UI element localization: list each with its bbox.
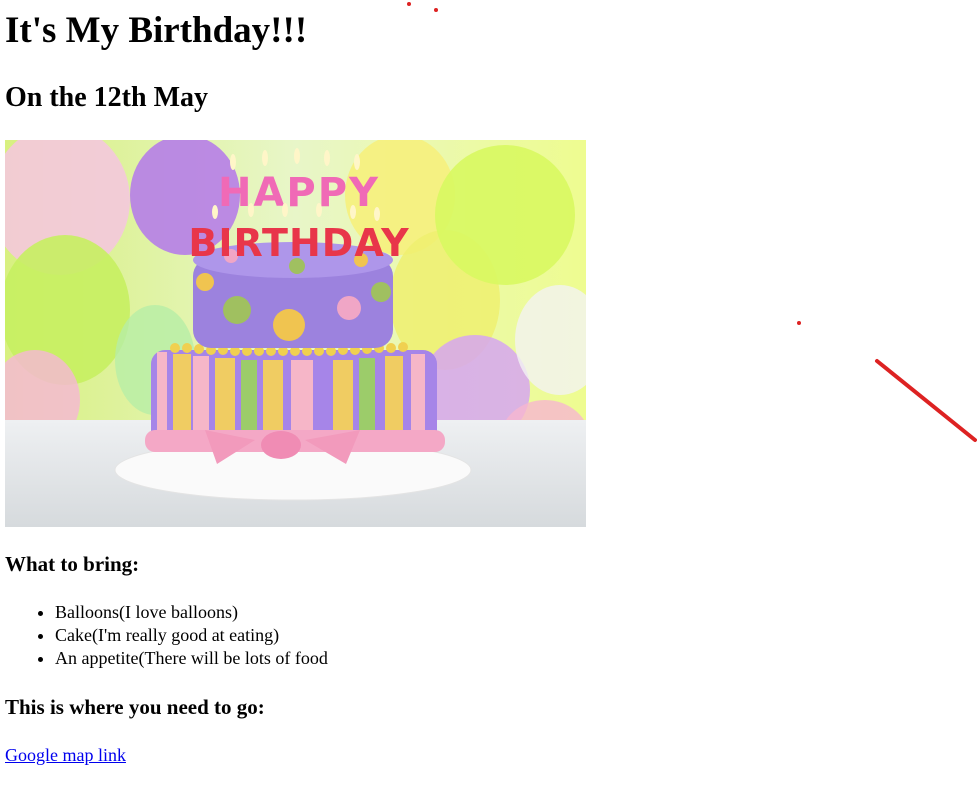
bring-list: Balloons(I love balloons) Cake(I'm reall…	[5, 601, 328, 670]
what-to-bring-heading: What to bring:	[5, 552, 140, 576]
google-map-link[interactable]: Google map link	[5, 744, 126, 767]
page-subtitle: On the 12th May	[5, 82, 208, 113]
list-item: An appetite(There will be lots of food	[55, 647, 328, 670]
annotation-dot	[797, 321, 801, 325]
annotation-line	[875, 359, 977, 442]
annotation-dot	[407, 2, 411, 6]
birthday-cake-image: HAPPY BIRTHDAY	[5, 140, 586, 527]
list-item: Balloons(I love balloons)	[55, 601, 328, 624]
list-item: Cake(I'm really good at eating)	[55, 624, 328, 647]
page-title: It's My Birthday!!!	[5, 10, 308, 51]
directions-heading: This is where you need to go:	[5, 695, 265, 719]
annotation-dot	[434, 8, 438, 12]
svg-text:BIRTHDAY: BIRTHDAY	[188, 221, 409, 265]
